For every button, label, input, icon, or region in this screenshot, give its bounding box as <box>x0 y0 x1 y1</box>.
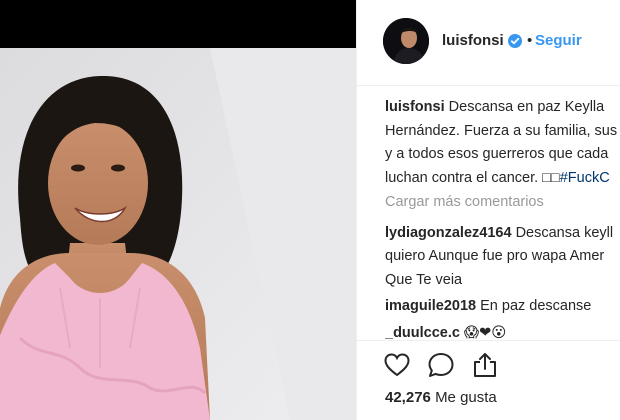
caption-line: luchan contra el cancer. □□#FuckC <box>385 167 620 191</box>
caption-hashtag[interactable]: #FuckC <box>560 170 610 186</box>
actions-divider <box>357 340 620 341</box>
caption-username[interactable]: luisfonsi <box>385 99 445 115</box>
caption-text-line-2: Hernández. Fuerza a su familia, sus <box>385 122 618 139</box>
post-details-panel: luisfonsi • Seguir luisfonsi Descansa en… <box>357 0 620 420</box>
comment-text: Descansa keyll <box>515 224 614 241</box>
likes-label: Me gusta <box>435 389 497 406</box>
avatar-photo <box>383 18 429 64</box>
comment-username[interactable]: _duulcce.c <box>385 325 460 341</box>
post-photo-panel <box>0 0 356 420</box>
comment-bubble-icon[interactable] <box>427 351 455 379</box>
comment-username[interactable]: imaguile2018 <box>385 298 476 314</box>
comment-username[interactable]: lydiagonzalez4164 <box>385 225 512 241</box>
post-username[interactable]: luisfonsi <box>442 32 504 49</box>
caption-text-line-1: Descansa en paz Keylla <box>448 99 605 115</box>
comment-item: _duulcce.c 😱❤😮 <box>385 322 620 346</box>
photo-letterbox-bar <box>0 0 356 48</box>
comment-text: En paz descanse <box>480 298 592 314</box>
caption-text-line-3: y a todos esos guerreros que cada <box>385 146 609 162</box>
post-photo[interactable] <box>0 48 356 420</box>
comment-text: 😱❤😮 <box>463 324 507 341</box>
header-separator: • <box>527 32 533 49</box>
caption-text-line-4: luchan contra el cancer. □□ <box>385 169 560 186</box>
avatar[interactable] <box>383 18 429 64</box>
load-more-comments-button[interactable]: Cargar más comentarios <box>385 191 620 215</box>
caption-line: luisfonsi Descansa en paz Keylla <box>385 96 620 120</box>
likes-count[interactable]: 42,276 Me gusta <box>385 389 497 406</box>
post-header: luisfonsi • Seguir <box>357 0 620 86</box>
share-upload-icon[interactable] <box>471 351 499 379</box>
verified-badge-icon <box>508 34 522 48</box>
heart-icon[interactable] <box>383 351 411 379</box>
comment-item: imaguile2018 En paz descanse <box>385 295 620 319</box>
follow-button[interactable]: Seguir <box>535 32 582 49</box>
comment-text: Que Te veia <box>385 271 463 288</box>
comment-text: quiero Aunque fue pro wapa Amer <box>385 248 605 264</box>
likes-number: 42,276 <box>385 389 431 406</box>
comments-section: luisfonsi Descansa en paz Keylla Hernánd… <box>385 96 620 345</box>
comment-item: lydiagonzalez4164 Descansa keyll <box>385 222 620 246</box>
